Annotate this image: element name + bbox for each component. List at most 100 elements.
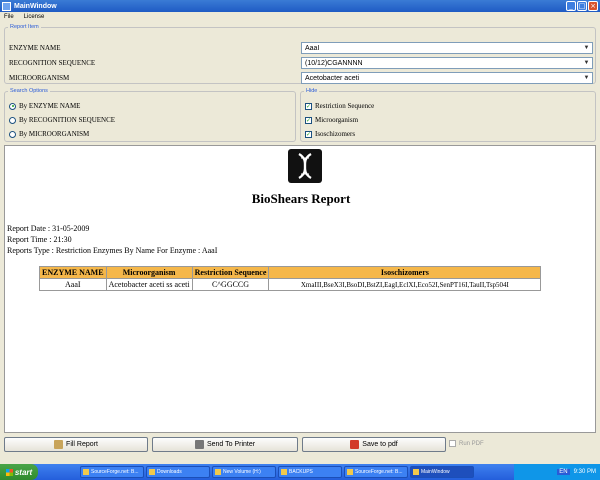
chevron-down-icon[interactable]: ▼ (582, 44, 591, 52)
task-item[interactable]: SourceForge.net: B... (344, 466, 408, 478)
enzyme-name-label: ENZYME NAME (9, 44, 61, 52)
cell-restriction-sequence: C^GGCCG (191, 278, 270, 291)
radio-by-microorganism[interactable]: By MICROORGANISM (9, 130, 89, 138)
report-panel[interactable]: BioShears Report Report Date : 31-05-200… (4, 145, 596, 433)
search-options-group: Search Options By ENZYME NAME By RECOGNI… (4, 88, 296, 142)
task-item[interactable]: Downloads (146, 466, 210, 478)
enzyme-name-value: AaaI (305, 44, 320, 52)
menu-bar: File License (0, 12, 600, 22)
task-label: MainWindow (421, 469, 450, 475)
send-to-printer-button[interactable]: Send To Printer (152, 437, 298, 452)
microorganism-row: MICROORGANISM (9, 72, 69, 84)
search-options-legend: Search Options (10, 88, 48, 94)
microorganism-value: Acetobacter aceti (305, 74, 360, 82)
checkbox-label: Isoschizomers (315, 130, 356, 138)
table-header-row: ENZYME NAME Microorganism Restriction Se… (39, 266, 542, 279)
checkbox-checked-icon[interactable]: ✓ (305, 102, 312, 110)
app-icon (413, 469, 419, 475)
system-tray: EN 9:30 PM (514, 464, 600, 480)
chevron-down-icon[interactable]: ▼ (582, 59, 591, 67)
windows-logo-icon (5, 468, 13, 476)
save-to-pdf-label: Save to pdf (362, 441, 398, 448)
task-label: Downloads (157, 469, 182, 475)
minimize-icon[interactable]: _ (566, 1, 576, 11)
recognition-sequence-value: (10/12)CGANNNN (305, 59, 363, 67)
enzyme-name-select[interactable]: AaaI ▼ (301, 42, 593, 54)
recognition-sequence-select[interactable]: (10/12)CGANNNN ▼ (301, 57, 593, 69)
col-microorganism: Microorganism (105, 266, 193, 279)
folder-icon (281, 469, 287, 475)
title-bar: MainWindow _ □ × (0, 0, 600, 12)
checkbox-isoschizomers[interactable]: ✓ Isoschizomers (305, 130, 355, 138)
hide-legend: Hide (306, 88, 318, 94)
taskbar: start SourceForge.net: B... Downloads Ne… (0, 464, 600, 480)
recognition-sequence-row: RECOGNITION SEQUENCE (9, 57, 95, 69)
checkbox-microorganism[interactable]: ✓ Microorganism (305, 116, 358, 124)
checkbox-label: Restriction Sequence (315, 102, 375, 110)
browser-icon (83, 469, 89, 475)
folder-icon (215, 469, 221, 475)
checkbox-icon[interactable] (449, 440, 456, 447)
task-label: SourceForge.net: B... (355, 469, 403, 475)
radio-label: By MICROORGANISM (19, 130, 90, 138)
save-to-pdf-button[interactable]: Save to pdf (302, 437, 446, 452)
col-restriction-sequence: Restriction Sequence (191, 266, 270, 279)
maximize-icon[interactable]: □ (577, 1, 587, 11)
cell-microorganism: Acetobacter aceti ss aceti (105, 278, 193, 291)
language-indicator[interactable]: EN (557, 469, 570, 475)
dna-logo-icon (288, 149, 322, 183)
microorganism-label: MICROORGANISM (9, 74, 70, 82)
enzyme-name-row: ENZYME NAME (9, 42, 61, 54)
checkbox-checked-icon[interactable]: ✓ (305, 116, 312, 124)
task-item[interactable]: BACKUPS (278, 466, 342, 478)
printer-icon (194, 440, 204, 449)
task-item[interactable]: SourceForge.net: B... (80, 466, 144, 478)
pdf-icon (350, 440, 360, 449)
task-label: SourceForge.net: B... (91, 469, 139, 475)
microorganism-select[interactable]: Acetobacter aceti ▼ (301, 72, 593, 84)
task-list: SourceForge.net: B... Downloads New Volu… (80, 466, 474, 478)
menu-file[interactable]: File (4, 14, 14, 20)
report-table: ENZYME NAME Microorganism Restriction Se… (39, 266, 542, 291)
clock: 9:30 PM (573, 469, 596, 475)
menu-license[interactable]: License (24, 14, 45, 20)
recognition-sequence-label: RECOGNITION SEQUENCE (9, 59, 96, 67)
run-pdf-checkbox[interactable]: Run PDF (449, 440, 484, 447)
task-label: New Volume (H:) (223, 469, 261, 475)
browser-icon (347, 469, 353, 475)
checkbox-checked-icon[interactable]: ✓ (305, 130, 312, 138)
start-label: start (14, 467, 33, 477)
chevron-down-icon[interactable]: ▼ (582, 74, 591, 82)
send-to-printer-label: Send To Printer (206, 441, 256, 448)
task-item[interactable]: New Volume (H:) (212, 466, 276, 478)
report-date: Report Date : 31-05-2009 (7, 224, 90, 233)
checkbox-label: Microorganism (315, 116, 359, 124)
report-type: Reports Type : Restriction Enzymes By Na… (7, 246, 218, 255)
radio-selected-icon[interactable] (9, 102, 16, 110)
cell-isoschizomers: XmaIII,BseX3I,BsoDI,BstZI,EagI,EclXI,Eco… (268, 278, 542, 291)
radio-by-enzyme-name[interactable]: By ENZYME NAME (9, 102, 80, 110)
window-controls: _ □ × (566, 1, 598, 11)
radio-icon[interactable] (9, 116, 16, 124)
checkbox-restriction-sequence[interactable]: ✓ Restriction Sequence (305, 102, 374, 110)
report-item-group: Report Item ENZYME NAME AaaI ▼ RECOGNITI… (4, 24, 596, 84)
hide-group: Hide ✓ Restriction Sequence ✓ Microorgan… (300, 88, 596, 142)
radio-label: By ENZYME NAME (19, 102, 81, 110)
run-pdf-label: Run PDF (459, 440, 484, 447)
fill-report-label: Fill Report (66, 441, 98, 448)
col-enzyme-name: ENZYME NAME (39, 266, 107, 279)
fill-report-button[interactable]: Fill Report (4, 437, 148, 452)
start-button[interactable]: start (0, 464, 38, 480)
task-label: BACKUPS (289, 469, 313, 475)
radio-label: By RECOGNITION SEQUENCE (19, 116, 116, 124)
window-title: MainWindow (14, 2, 57, 10)
radio-by-recognition-sequence[interactable]: By RECOGNITION SEQUENCE (9, 116, 115, 124)
app-icon (2, 1, 11, 11)
radio-icon[interactable] (9, 130, 16, 138)
report-time: Report Time : 21:30 (7, 235, 72, 244)
task-item-active[interactable]: MainWindow (410, 466, 474, 478)
close-icon[interactable]: × (588, 1, 598, 11)
browser-icon (149, 469, 155, 475)
report-title: BioShears Report (251, 191, 351, 206)
col-isoschizomers: Isoschizomers (268, 266, 542, 279)
